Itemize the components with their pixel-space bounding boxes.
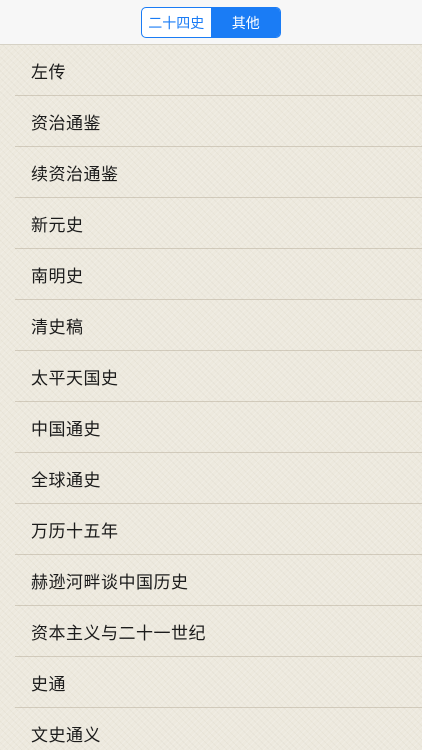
book-list-item[interactable]: 资本主义与二十一世纪 [0,606,422,657]
book-list-item[interactable]: 新元史 [0,198,422,249]
book-title: 资本主义与二十一世纪 [31,624,206,644]
book-list-item[interactable]: 万历十五年 [0,504,422,555]
segment-twenty-four-histories[interactable]: 二十四史 [142,8,211,37]
book-list-item[interactable]: 文史通义 [0,708,422,750]
book-list-item[interactable]: 清史稿 [0,300,422,351]
book-title: 清史稿 [31,318,84,338]
book-list-item[interactable]: 南明史 [0,249,422,300]
book-list: 左传 资治通鉴 续资治通鉴 新元史 南明史 清史稿 太平天国史 中国通史 全球通… [0,45,422,750]
book-list-item[interactable]: 全球通史 [0,453,422,504]
book-title: 全球通史 [31,471,101,491]
book-title: 续资治通鉴 [31,165,119,185]
book-list-item[interactable]: 续资治通鉴 [0,147,422,198]
book-title: 文史通义 [31,726,101,746]
book-list-item[interactable]: 左传 [0,45,422,96]
book-title: 南明史 [31,267,84,287]
book-list-item[interactable]: 太平天国史 [0,351,422,402]
book-list-container: 左传 资治通鉴 续资治通鉴 新元史 南明史 清史稿 太平天国史 中国通史 全球通… [0,45,422,750]
book-title: 左传 [31,63,66,83]
book-title: 史通 [31,675,66,695]
book-title: 万历十五年 [31,522,119,542]
navigation-bar: 二十四史 其他 [0,0,422,45]
book-title: 资治通鉴 [31,114,101,134]
book-title: 新元史 [31,216,84,236]
book-title: 中国通史 [31,420,101,440]
book-list-item[interactable]: 赫逊河畔谈中国历史 [0,555,422,606]
book-title: 太平天国史 [31,369,119,389]
book-list-item[interactable]: 中国通史 [0,402,422,453]
book-list-item[interactable]: 史通 [0,657,422,708]
category-segmented-control: 二十四史 其他 [141,7,281,38]
book-title: 赫逊河畔谈中国历史 [31,573,189,593]
book-list-item[interactable]: 资治通鉴 [0,96,422,147]
segment-others[interactable]: 其他 [210,8,280,37]
